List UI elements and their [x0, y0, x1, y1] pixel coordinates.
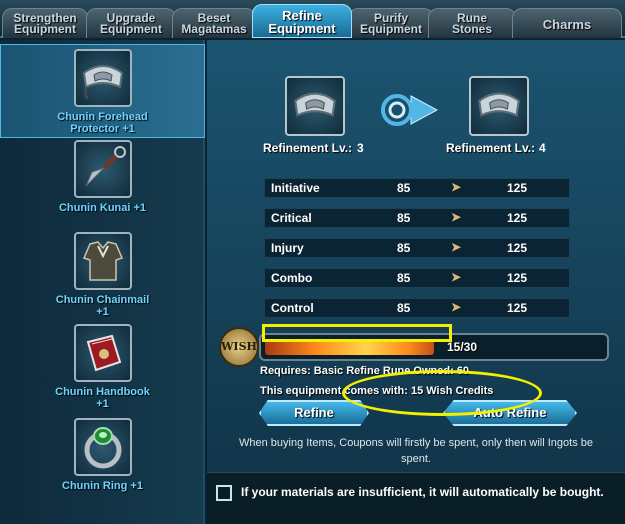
stat-from: 85 — [397, 181, 411, 195]
tab-label: Charms — [542, 17, 592, 32]
tab-label: Equipment — [268, 21, 336, 36]
stat-name: Control — [271, 301, 314, 315]
chainmail-icon — [73, 232, 132, 290]
tab-label: Stones — [451, 22, 492, 36]
refine-button[interactable]: Refine — [259, 400, 369, 426]
arrow-right-icon: ➤ — [451, 270, 462, 284]
arrow-right-icon: ➤ — [451, 240, 462, 254]
wish-progress-text: 15/30 — [446, 340, 477, 354]
refine-panel: Refinement Lv.: 3 Refinement Lv.: 4 Init… — [207, 40, 625, 524]
annotation-rectangle — [262, 324, 452, 342]
list-item-ring[interactable]: Chunin Ring +1 — [0, 418, 205, 506]
current-refinement-label: Refinement Lv.: — [263, 141, 353, 155]
stat-to: 125 — [507, 211, 528, 225]
arrow-right-icon: ➤ — [451, 300, 462, 314]
tab-label: Magatamas — [181, 22, 247, 36]
item-label: Chunin Ring +1 — [62, 480, 143, 492]
stat-to: 125 — [507, 271, 528, 285]
arrow-right-icon: ➤ — [451, 210, 462, 224]
tab-beset-magatamas[interactable]: Beset Magatamas — [172, 8, 256, 38]
current-refinement-level: 3 — [357, 141, 364, 155]
stat-from: 85 — [397, 301, 411, 315]
stat-name: Initiative — [271, 181, 320, 195]
stat-to: 125 — [507, 241, 528, 255]
handbook-icon — [73, 324, 132, 382]
forehead-protector-icon — [285, 76, 345, 136]
auto-buy-bar: If your materials are insufficient, it w… — [207, 472, 625, 524]
item-label: Chunin Kunai +1 — [58, 202, 147, 214]
tab-label: Equipment — [14, 22, 76, 36]
item-label: Chunin Forehead Protector +1 — [57, 111, 148, 135]
stat-name: Critical — [271, 211, 312, 225]
stat-to: 125 — [507, 181, 528, 195]
auto-buy-checkbox[interactable] — [216, 485, 232, 501]
arrow-right-icon: ➤ — [451, 180, 462, 194]
tab-bar: Strengthen Equipment Upgrade Equipment B… — [0, 0, 625, 38]
swirl-arrow-icon — [375, 92, 439, 128]
tab-label: Equipment — [360, 22, 422, 36]
equipment-list: Chunin Forehead Protector +1 Chunin Kuna… — [0, 40, 205, 524]
tab-label: Equipment — [100, 22, 162, 36]
list-item-handbook[interactable]: Chunin Handbook +1 — [0, 324, 205, 416]
stat-row-critical: Critical 85 ➤ 125 — [264, 208, 570, 228]
tab-strengthen-equipment[interactable]: Strengthen Equipment — [2, 8, 88, 38]
stat-to: 125 — [507, 301, 528, 315]
stat-from: 85 — [397, 271, 411, 285]
kunai-icon — [73, 140, 132, 198]
tab-rune-stones[interactable]: Rune Stones — [428, 8, 516, 38]
list-item-forehead-protector[interactable]: Chunin Forehead Protector +1 — [0, 44, 205, 138]
next-refinement-label: Refinement Lv.: — [446, 141, 536, 155]
stat-row-injury: Injury 85 ➤ 125 — [264, 238, 570, 258]
stat-row-initiative: Initiative 85 ➤ 125 — [264, 178, 570, 198]
next-refinement-level: 4 — [539, 141, 546, 155]
list-item-chainmail[interactable]: Chunin Chainmail +1 — [0, 232, 205, 324]
stat-from: 85 — [397, 211, 411, 225]
stat-name: Combo — [271, 271, 313, 285]
annotation-ellipse — [342, 370, 542, 416]
stat-from: 85 — [397, 241, 411, 255]
tab-refine-equipment[interactable]: Refine Equipment — [252, 4, 352, 38]
stat-row-control: Control 85 ➤ 125 — [264, 298, 570, 318]
item-label: Chunin Chainmail +1 — [55, 294, 150, 318]
wish-badge: WISH — [219, 327, 259, 367]
stat-name: Injury — [271, 241, 304, 255]
ring-icon — [73, 418, 132, 476]
tab-upgrade-equipment[interactable]: Upgrade Equipment — [86, 8, 176, 38]
forehead-protector-icon — [469, 76, 529, 136]
tab-purify-equipment[interactable]: Purify Equipment — [348, 8, 434, 38]
auto-buy-text: If your materials are insufficient, it w… — [241, 485, 604, 499]
item-label: Chunin Handbook +1 — [55, 386, 150, 410]
purchase-note: When buying Items, Coupons will firstly … — [238, 437, 593, 465]
tab-charms[interactable]: Charms — [512, 8, 622, 38]
list-item-kunai[interactable]: Chunin Kunai +1 — [0, 140, 205, 228]
stat-row-combo: Combo 85 ➤ 125 — [264, 268, 570, 288]
forehead-protector-icon — [73, 49, 132, 107]
